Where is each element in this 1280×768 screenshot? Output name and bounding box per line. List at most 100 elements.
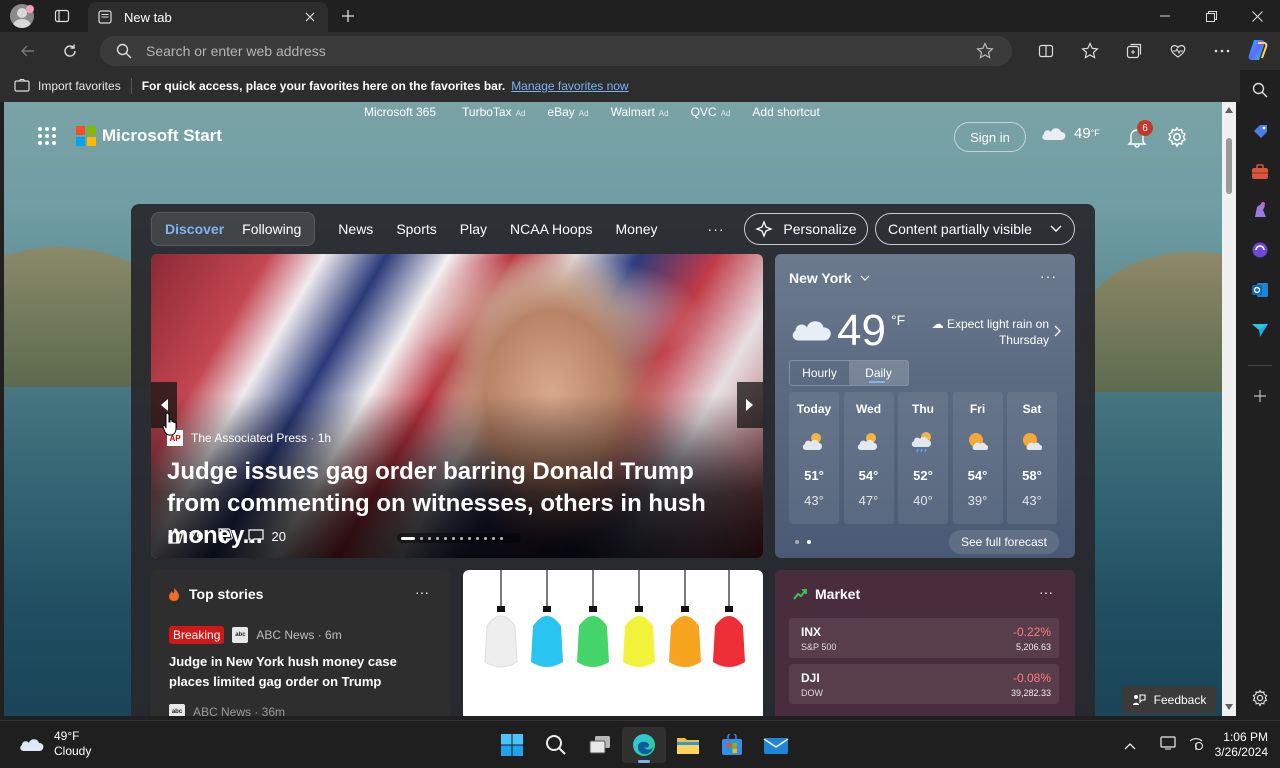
start-button-icon[interactable] bbox=[490, 727, 534, 763]
market-name: S&P 500 bbox=[801, 642, 837, 652]
brand-title[interactable]: Microsoft Start bbox=[102, 126, 222, 146]
microsoft-store-icon[interactable] bbox=[710, 727, 754, 763]
tab-discover[interactable]: Discover bbox=[156, 216, 233, 242]
quick-links: Microsoft 365 TurboTax Ad eBay Ad Walmart A… bbox=[364, 105, 846, 119]
new-tab-page-icon bbox=[98, 10, 112, 24]
add-shortcut-link[interactable]: Add shortcut bbox=[752, 105, 823, 119]
sidebar-outlook-icon[interactable] bbox=[1248, 278, 1272, 302]
quick-link[interactable]: Microsoft 365 bbox=[364, 105, 440, 119]
weather-location-selector[interactable]: New York bbox=[789, 270, 870, 286]
browser-essentials-icon[interactable] bbox=[1156, 35, 1200, 67]
favorites-icon[interactable] bbox=[1068, 35, 1112, 67]
minimize-icon[interactable] bbox=[1142, 0, 1188, 32]
hero-story-card[interactable]: AP The Associated Press · 1h Judge issue… bbox=[151, 254, 763, 558]
next-story-meta: abc ABC News · 36m bbox=[169, 704, 285, 716]
weather-more-icon[interactable]: ··· bbox=[1040, 268, 1057, 284]
quick-link[interactable]: QVC Ad bbox=[691, 105, 731, 119]
sidebar-search-icon[interactable] bbox=[1248, 78, 1272, 102]
scroll-up-icon[interactable] bbox=[1225, 107, 1233, 113]
mail-icon[interactable] bbox=[754, 727, 798, 763]
nav-money[interactable]: Money bbox=[616, 221, 658, 237]
collections-icon[interactable] bbox=[1112, 35, 1156, 67]
quick-link[interactable]: Walmart Ad bbox=[611, 105, 669, 119]
tab-actions-icon[interactable] bbox=[52, 6, 72, 26]
market-more-icon[interactable]: ··· bbox=[1039, 584, 1053, 600]
network-status-icon[interactable] bbox=[1188, 735, 1204, 756]
close-tab-icon[interactable] bbox=[302, 9, 318, 25]
page-scrollbar[interactable] bbox=[1222, 102, 1236, 716]
settings-more-icon[interactable] bbox=[1200, 35, 1244, 67]
favorite-star-icon[interactable] bbox=[970, 42, 1000, 60]
like-button[interactable]: 79 bbox=[167, 528, 203, 544]
nav-news[interactable]: News bbox=[338, 221, 373, 237]
personalize-button[interactable]: Personalize bbox=[744, 213, 868, 245]
see-full-forecast-button[interactable]: See full forecast bbox=[949, 530, 1059, 554]
top-stories-more-icon[interactable]: ··· bbox=[415, 584, 429, 600]
daily-toggle[interactable]: Daily bbox=[849, 361, 908, 385]
sidebar-games-icon[interactable] bbox=[1248, 198, 1272, 222]
scroll-down-icon[interactable] bbox=[1225, 704, 1233, 710]
sidebar-copilot-icon[interactable] bbox=[1248, 238, 1272, 262]
restore-icon[interactable] bbox=[1188, 0, 1234, 32]
nav-more-icon[interactable]: ··· bbox=[708, 221, 725, 237]
sidebar-shopping-icon[interactable] bbox=[1248, 120, 1272, 144]
show-hidden-icons-chevron-icon[interactable] bbox=[1124, 737, 1136, 755]
scroll-thumb[interactable] bbox=[1226, 138, 1232, 194]
taskbar-weather-widget[interactable]: 49°F Cloudy bbox=[18, 729, 91, 759]
like-count: 79 bbox=[189, 528, 204, 544]
nav-ncaa-hoops[interactable]: NCAA Hoops bbox=[510, 221, 592, 237]
task-view-icon[interactable] bbox=[578, 727, 622, 763]
forecast-day[interactable]: Fri 54° 39° bbox=[952, 392, 1003, 524]
chevron-right-icon[interactable] bbox=[1054, 324, 1061, 342]
page-settings-icon[interactable] bbox=[1166, 126, 1188, 148]
split-screen-icon[interactable] bbox=[1024, 35, 1068, 67]
import-favorites-button[interactable]: Import favorites bbox=[14, 79, 121, 93]
sidebar-settings-icon[interactable] bbox=[1248, 686, 1272, 710]
forecast-day[interactable]: Today 51° 43° bbox=[789, 392, 839, 524]
back-icon[interactable] bbox=[12, 35, 44, 67]
sign-in-button[interactable]: Sign in bbox=[954, 122, 1026, 152]
weather-forecast-note[interactable]: ☁ Expect light rain on Thursday bbox=[923, 316, 1049, 348]
refresh-icon[interactable] bbox=[54, 35, 86, 67]
market-value: 39,282.33 bbox=[1010, 688, 1051, 698]
market-header[interactable]: Market bbox=[793, 586, 860, 602]
hourly-toggle[interactable]: Hourly bbox=[790, 361, 849, 385]
carousel-dots[interactable] bbox=[397, 533, 521, 543]
sidebar-add-icon[interactable] bbox=[1248, 384, 1272, 408]
taskbar-clock[interactable]: 1:06 PM 3/26/2024 bbox=[1206, 730, 1268, 760]
forecast-day[interactable]: Sat 58° 43° bbox=[1007, 392, 1057, 524]
browser-tab[interactable]: New tab bbox=[88, 2, 328, 32]
market-row[interactable]: DJI DOW -0.08% 39,282.33 bbox=[789, 664, 1059, 704]
forecast-day[interactable]: Thu 52° 40° bbox=[898, 392, 948, 524]
forecast-day[interactable]: Wed 54° 47° bbox=[843, 392, 894, 524]
address-bar[interactable]: Search or enter web address bbox=[100, 36, 1012, 66]
close-window-icon[interactable] bbox=[1234, 0, 1280, 32]
dislike-button[interactable] bbox=[217, 528, 234, 544]
comment-button[interactable]: 20 bbox=[247, 528, 286, 544]
app-launcher-icon[interactable] bbox=[38, 127, 56, 145]
carousel-next-icon[interactable] bbox=[737, 382, 763, 428]
taskbar-search-icon[interactable] bbox=[534, 727, 578, 763]
top-stories-header[interactable]: Top stories bbox=[167, 586, 263, 602]
file-explorer-icon[interactable] bbox=[666, 727, 710, 763]
quick-link[interactable]: TurboTax Ad bbox=[462, 105, 525, 119]
display-icon[interactable] bbox=[1160, 735, 1178, 756]
edge-taskbar-icon[interactable] bbox=[622, 727, 666, 763]
market-row[interactable]: INX S&P 500 -0.22% 5,206.63 bbox=[789, 618, 1059, 658]
copilot-icon[interactable] bbox=[1244, 37, 1270, 63]
nav-play[interactable]: Play bbox=[460, 221, 487, 237]
weather-pager-dots[interactable] bbox=[795, 540, 819, 544]
story-headline[interactable]: Judge in New York hush money case places… bbox=[169, 652, 429, 692]
tab-following[interactable]: Following bbox=[233, 216, 310, 242]
weather-card[interactable]: New York ··· 49 °F ☁ Expect light rain o… bbox=[775, 254, 1075, 558]
sidebar-tools-icon[interactable] bbox=[1248, 160, 1272, 184]
nav-sports[interactable]: Sports bbox=[396, 221, 436, 237]
manage-favorites-link[interactable]: Manage favorites now bbox=[511, 79, 628, 93]
new-tab-button[interactable] bbox=[338, 6, 358, 26]
header-weather[interactable]: 49 °F bbox=[1040, 124, 1100, 142]
quick-link[interactable]: eBay Ad bbox=[547, 105, 588, 119]
pendant-lamps-image[interactable] bbox=[463, 570, 763, 716]
feedback-button[interactable]: Feedback bbox=[1122, 686, 1216, 714]
content-visibility-dropdown[interactable]: Content partially visible bbox=[875, 213, 1075, 245]
sidebar-send-icon[interactable] bbox=[1248, 318, 1272, 342]
